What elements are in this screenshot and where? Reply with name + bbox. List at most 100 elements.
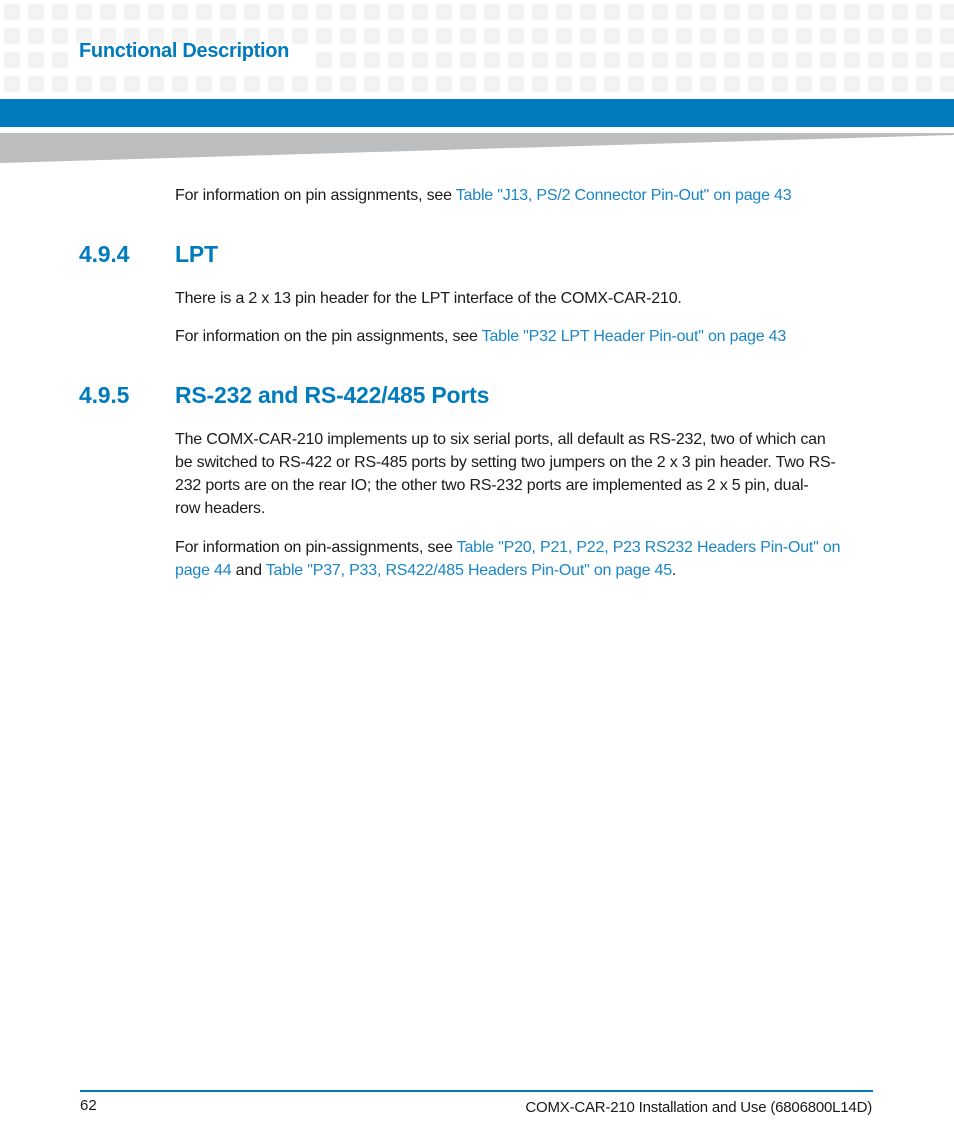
pattern-square xyxy=(748,76,764,92)
pattern-square xyxy=(124,4,140,20)
pattern-square xyxy=(892,52,908,68)
pattern-square xyxy=(172,76,188,92)
pattern-square xyxy=(532,52,548,68)
pattern-square xyxy=(388,28,404,44)
pattern-square xyxy=(292,76,308,92)
pattern-square xyxy=(508,28,524,44)
pattern-square xyxy=(700,4,716,20)
pattern-square xyxy=(604,52,620,68)
pattern-square xyxy=(700,28,716,44)
pattern-square xyxy=(940,28,954,44)
pattern-square xyxy=(436,4,452,20)
section-title: RS-232 and RS-422/485 Ports xyxy=(175,382,490,408)
pattern-square xyxy=(748,28,764,44)
pattern-square xyxy=(940,76,954,92)
link-j13-ps2-pinout[interactable]: Table "J13, PS/2 Connector Pin-Out" on p… xyxy=(456,187,792,204)
pattern-square xyxy=(220,4,236,20)
pattern-square xyxy=(484,4,500,20)
pattern-square xyxy=(52,28,68,44)
pattern-square xyxy=(796,52,812,68)
link-rs232-headers-pinout-page[interactable]: page 44 xyxy=(175,562,232,579)
serial-paragraph-2: For information on pin-assignments, see … xyxy=(175,536,875,582)
header-blue-band xyxy=(0,99,954,127)
pattern-square xyxy=(100,76,116,92)
pattern-square xyxy=(916,52,932,68)
pattern-square xyxy=(388,52,404,68)
pattern-square xyxy=(604,28,620,44)
pattern-square xyxy=(460,4,476,20)
pattern-square xyxy=(484,76,500,92)
pattern-square xyxy=(820,76,836,92)
serial-para2-text: For information on pin-assignments, see xyxy=(175,539,457,556)
pattern-square xyxy=(772,4,788,20)
pattern-square xyxy=(28,28,44,44)
section-number: 4.9.5 xyxy=(79,382,130,408)
pattern-square xyxy=(916,28,932,44)
pattern-square xyxy=(436,76,452,92)
pattern-square xyxy=(340,76,356,92)
pattern-square xyxy=(52,4,68,20)
pattern-square xyxy=(412,28,428,44)
pattern-square xyxy=(796,76,812,92)
pattern-square xyxy=(772,28,788,44)
pattern-square xyxy=(292,28,308,44)
pattern-square xyxy=(484,28,500,44)
pattern-square xyxy=(316,52,332,68)
pattern-square xyxy=(892,28,908,44)
pattern-square xyxy=(244,4,260,20)
pattern-square xyxy=(580,76,596,92)
pattern-square xyxy=(676,4,692,20)
pattern-square xyxy=(724,76,740,92)
pattern-square xyxy=(76,4,92,20)
pattern-square xyxy=(676,76,692,92)
pattern-square xyxy=(76,76,92,92)
pattern-square xyxy=(628,4,644,20)
section-title: LPT xyxy=(175,241,218,267)
pattern-square xyxy=(940,4,954,20)
pattern-square xyxy=(748,52,764,68)
pattern-square xyxy=(580,52,596,68)
section-number: 4.9.4 xyxy=(79,241,130,267)
header-gray-wedge xyxy=(0,133,954,163)
pattern-square xyxy=(652,4,668,20)
pattern-square xyxy=(844,52,860,68)
pattern-square xyxy=(268,76,284,92)
link-rs422-485-headers-pinout[interactable]: Table "P37, P33, RS422/485 Headers Pin-O… xyxy=(266,562,672,579)
intro-text: For information on pin assignments, see xyxy=(175,187,456,204)
pattern-square xyxy=(724,4,740,20)
pattern-square xyxy=(628,28,644,44)
pattern-square xyxy=(412,52,428,68)
page-number: 62 xyxy=(80,1097,97,1114)
link-p32-lpt-pinout[interactable]: Table "P32 LPT Header Pin-out" on page 4… xyxy=(482,328,787,345)
serial-paragraph-1: The COMX-CAR-210 implements up to six se… xyxy=(175,428,875,520)
pattern-square xyxy=(820,4,836,20)
pattern-square xyxy=(652,28,668,44)
pattern-square xyxy=(868,52,884,68)
pattern-square xyxy=(4,76,20,92)
pattern-square xyxy=(604,76,620,92)
pattern-square xyxy=(556,28,572,44)
pattern-square xyxy=(532,28,548,44)
pattern-square xyxy=(460,52,476,68)
pattern-square xyxy=(748,4,764,20)
pattern-square xyxy=(868,4,884,20)
pattern-square xyxy=(292,4,308,20)
pattern-square xyxy=(388,4,404,20)
text-line: be switched to RS-422 or RS-485 ports by… xyxy=(175,454,836,471)
pattern-square xyxy=(508,76,524,92)
pattern-square xyxy=(460,76,476,92)
pattern-square xyxy=(916,4,932,20)
pattern-square xyxy=(316,76,332,92)
lpt-paragraph-1: There is a 2 x 13 pin header for the LPT… xyxy=(175,290,682,307)
lpt-para2-text: For information on the pin assignments, … xyxy=(175,328,482,345)
pattern-square xyxy=(196,76,212,92)
pattern-square xyxy=(916,76,932,92)
text-line: row headers. xyxy=(175,500,266,517)
pattern-square xyxy=(316,4,332,20)
pattern-square xyxy=(844,76,860,92)
pattern-square xyxy=(580,28,596,44)
pattern-square xyxy=(508,52,524,68)
link-rs232-headers-pinout[interactable]: Table "P20, P21, P22, P23 RS232 Headers … xyxy=(457,539,841,556)
pattern-square xyxy=(892,4,908,20)
footer-rule xyxy=(80,1090,873,1092)
